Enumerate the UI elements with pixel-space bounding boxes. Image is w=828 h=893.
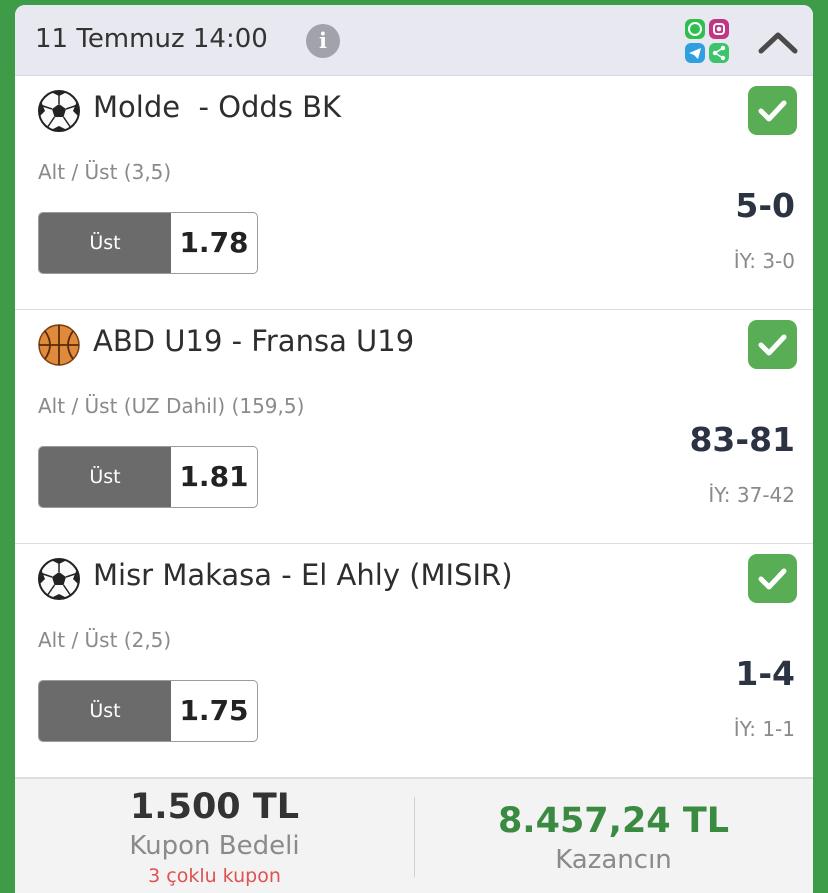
- check-icon: [748, 554, 797, 603]
- pick-label: Üst: [39, 213, 171, 273]
- match-title: Misr Makasa - El Ahly (MISIR): [93, 558, 513, 592]
- pick-odds: 1.75: [179, 694, 249, 727]
- winnings-amount: 8.457,24 TL: [497, 801, 730, 841]
- stake-section: 1.500 TL Kupon Bedeli 3 çoklu kupon: [15, 779, 414, 893]
- bet-market: Alt / Üst (UZ Dahil) (159,5): [38, 394, 305, 418]
- pick-label: Üst: [39, 447, 171, 507]
- half-time-score: İY: 1-1: [733, 717, 795, 741]
- final-score: 83-81: [689, 420, 795, 459]
- match-row: ABD U19 - Fransa U19 Alt / Üst (UZ Dahil…: [15, 310, 813, 544]
- coupon-footer: 1.500 TL Kupon Bedeli 3 çoklu kupon 8.45…: [15, 778, 813, 893]
- match-row: Misr Makasa - El Ahly (MISIR) Alt / Üst …: [15, 544, 813, 778]
- match-row: Molde - Odds BK Alt / Üst (3,5) Üst 1.78…: [15, 76, 813, 310]
- match-title: ABD U19 - Fransa U19: [93, 324, 415, 358]
- coupon-card: 11 Temmuz 14:00 i Molde - Odds BK Alt / …: [15, 5, 813, 893]
- half-time-score: İY: 3-0: [733, 249, 795, 273]
- pick-button[interactable]: Üst 1.78: [38, 212, 258, 274]
- match-title: Molde - Odds BK: [93, 90, 342, 124]
- soccer-ball-icon: [38, 90, 80, 132]
- pick-button[interactable]: Üst 1.75: [38, 680, 258, 742]
- soccer-ball-icon: [38, 558, 80, 600]
- coupon-header[interactable]: 11 Temmuz 14:00 i: [15, 5, 813, 76]
- stake-amount: 1.500 TL: [129, 787, 300, 827]
- final-score: 5-0: [735, 186, 795, 225]
- info-icon[interactable]: i: [306, 24, 340, 58]
- pick-label: Üst: [39, 681, 171, 741]
- pick-odds: 1.81: [179, 460, 249, 493]
- coupon-date: 11 Temmuz 14:00: [35, 24, 268, 54]
- stake-label: Kupon Bedeli: [129, 831, 300, 861]
- coupon-count[interactable]: 3 çoklu kupon: [15, 865, 414, 887]
- winnings-section: 8.457,24 TL Kazancın: [414, 779, 813, 893]
- pick-odds: 1.78: [179, 226, 249, 259]
- social-share-icons[interactable]: [683, 17, 731, 65]
- check-icon: [748, 86, 797, 135]
- winnings-label: Kazancın: [555, 845, 672, 875]
- share-icon: [709, 43, 729, 63]
- pick-button[interactable]: Üst 1.81: [38, 446, 258, 508]
- chevron-up-icon[interactable]: [757, 27, 799, 57]
- bet-market: Alt / Üst (3,5): [38, 160, 172, 184]
- half-time-score: İY: 37-42: [708, 483, 795, 507]
- check-icon: [748, 320, 797, 369]
- basketball-icon: [38, 324, 80, 366]
- final-score: 1-4: [735, 654, 795, 693]
- bet-market: Alt / Üst (2,5): [38, 628, 172, 652]
